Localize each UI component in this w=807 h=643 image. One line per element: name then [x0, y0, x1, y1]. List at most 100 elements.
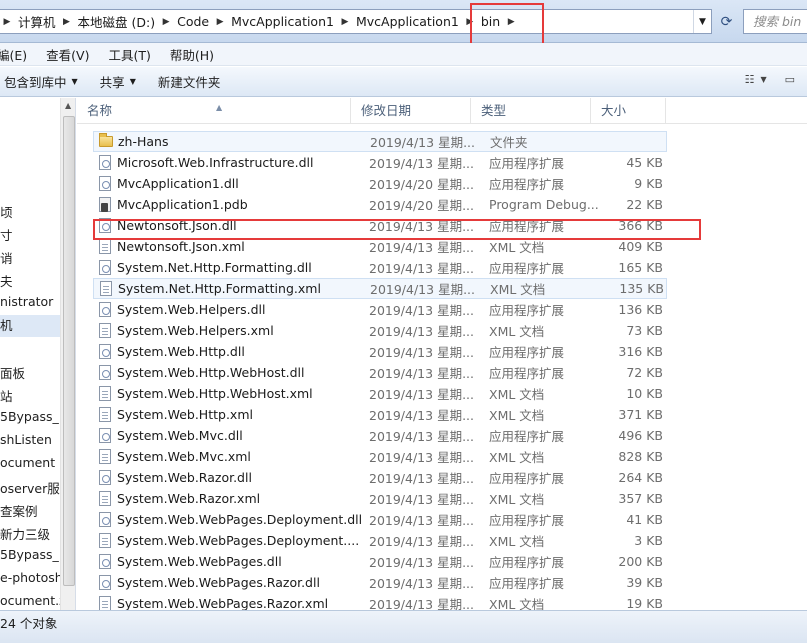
nav-item[interactable]: 查案例: [0, 501, 38, 520]
file-date: 2019/4/20 星期...: [369, 177, 474, 192]
nav-scrollbar[interactable]: ▲: [60, 98, 75, 610]
share-button[interactable]: 共享 ▼: [100, 72, 136, 91]
file-row[interactable]: System.Web.WebPages.Deployment.dll 2019/4…: [93, 509, 667, 530]
nav-item[interactable]: 5Bypass_1: [0, 547, 67, 562]
nav-item[interactable]: shListen: [0, 432, 52, 447]
file-type: 应用程序扩展: [489, 576, 565, 591]
breadcrumb-drive-d[interactable]: 本地磁盘 (D:): [74, 12, 160, 31]
menu-view[interactable]: 查看(V): [46, 45, 98, 64]
view-mode-icon[interactable]: ☷: [745, 73, 755, 86]
chevron-right-icon[interactable]: ▶: [213, 17, 227, 27]
breadcrumb-mvcapplication1[interactable]: MvcApplication1: [227, 14, 338, 29]
file-name: System.Web.Http.xml: [117, 407, 253, 422]
address-bar[interactable]: ▶ 计算机 ▶ 本地磁盘 (D:) ▶ Code ▶ MvcApplicatio…: [0, 9, 712, 34]
file-size: 39 KB: [626, 575, 663, 590]
file-name: MvcApplication1.dll: [117, 176, 239, 191]
file-row[interactable]: System.Web.WebPages.Razor.xml 2019/4/13 星…: [93, 593, 667, 610]
file-row[interactable]: System.Net.Http.Formatting.xml 2019/4/13 …: [93, 278, 667, 299]
file-row[interactable]: System.Web.WebPages.dll 2019/4/13 星期... 应用…: [93, 551, 667, 572]
file-row[interactable]: MvcApplication1.dll 2019/4/20 星期... 应用程序扩展…: [93, 173, 667, 194]
refresh-icon[interactable]: ⟳: [713, 9, 740, 34]
nav-item[interactable]: ocument.zi: [0, 593, 69, 608]
scroll-up-icon[interactable]: ▲: [65, 101, 71, 110]
column-header-date[interactable]: 修改日期: [351, 98, 471, 124]
xml-file-icon: [97, 596, 113, 610]
file-size: 45 KB: [626, 155, 663, 170]
file-type: 应用程序扩展: [489, 177, 565, 192]
file-row[interactable]: System.Web.WebPages.Razor.dll 2019/4/13 星…: [93, 572, 667, 593]
breadcrumb-mvcapplication1-inner[interactable]: MvcApplication1: [352, 14, 463, 29]
file-name: System.Web.Razor.xml: [117, 491, 261, 506]
breadcrumb-code[interactable]: Code: [173, 14, 213, 29]
preview-pane-icon[interactable]: ▭: [785, 73, 795, 86]
chevron-right-icon[interactable]: ▶: [0, 17, 14, 27]
file-row[interactable]: System.Web.Mvc.dll 2019/4/13 星期... 应用程序扩展 4…: [93, 425, 667, 446]
file-date: 2019/4/13 星期...: [369, 324, 474, 339]
breadcrumb-computer[interactable]: 计算机: [14, 12, 60, 31]
column-header-type[interactable]: 类型: [471, 98, 591, 124]
nav-item[interactable]: 5Bypass_1: [0, 409, 67, 424]
file-row[interactable]: System.Web.Http.WebHost.xml 2019/4/13 星期.…: [93, 383, 667, 404]
include-in-library-button[interactable]: 包含到库中 ▼: [4, 72, 78, 91]
file-row[interactable]: System.Web.Helpers.xml 2019/4/13 星期... XML…: [93, 320, 667, 341]
file-row[interactable]: System.Web.WebPages.Deployment.... 2019/4…: [93, 530, 667, 551]
file-row[interactable]: MvcApplication1.pdb 2019/4/20 星期... Progra…: [93, 194, 667, 215]
file-size: 409 KB: [618, 239, 663, 254]
file-type: 应用程序扩展: [489, 156, 565, 171]
file-row[interactable]: System.Web.Razor.dll 2019/4/13 星期... 应用程序扩…: [93, 467, 667, 488]
file-list: ▲ 名称 修改日期 类型 大小 zh-Hans 2019/4/13 星期... 文件…: [77, 98, 807, 610]
file-name: System.Web.Http.WebHost.dll: [117, 365, 305, 380]
file-row[interactable]: System.Web.Helpers.dll 2019/4/13 星期... 应用程…: [93, 299, 667, 320]
file-row[interactable]: System.Web.Razor.xml 2019/4/13 星期... XML 文…: [93, 488, 667, 509]
file-row[interactable]: System.Net.Http.Formatting.dll 2019/4/13 …: [93, 257, 667, 278]
file-name: System.Web.Mvc.dll: [117, 428, 243, 443]
file-name: Newtonsoft.Json.xml: [117, 239, 245, 254]
new-folder-label: 新建文件夹: [157, 75, 221, 90]
file-size: 22 KB: [626, 197, 663, 212]
file-row[interactable]: System.Web.Http.dll 2019/4/13 星期... 应用程序扩展…: [93, 341, 667, 362]
file-row[interactable]: zh-Hans 2019/4/13 星期... 文件夹: [93, 131, 667, 152]
file-size: 3 KB: [634, 533, 663, 548]
file-size: 19 KB: [626, 596, 663, 610]
new-folder-button[interactable]: 新建文件夹: [158, 72, 221, 91]
chevron-right-icon[interactable]: ▶: [60, 17, 74, 27]
search-input[interactable]: 搜索 bin: [743, 9, 807, 34]
menu-help[interactable]: 帮助(H): [170, 45, 223, 64]
chevron-right-icon[interactable]: ▶: [338, 17, 352, 27]
menu-tools[interactable]: 工具(T): [108, 45, 159, 64]
nav-item[interactable]: ocument: [0, 455, 55, 470]
file-type: 应用程序扩展: [489, 513, 565, 528]
file-row[interactable]: Microsoft.Web.Infrastructure.dll 2019/4/1…: [93, 152, 667, 173]
chevron-right-icon[interactable]: ▶: [159, 17, 173, 27]
nav-item-control-panel[interactable]: 面板: [0, 363, 25, 382]
xml-file-icon: [97, 407, 113, 423]
nav-item-computer[interactable]: 机: [0, 315, 60, 337]
file-size: 9 KB: [634, 176, 663, 191]
file-row[interactable]: System.Web.Mvc.xml 2019/4/13 星期... XML 文档 8…: [93, 446, 667, 467]
scrollbar-thumb[interactable]: [63, 116, 75, 586]
nav-item[interactable]: 新力三级: [0, 524, 50, 543]
file-row[interactable]: System.Web.Http.xml 2019/4/13 星期... XML 文档…: [93, 404, 667, 425]
chevron-down-icon[interactable]: ▼: [760, 75, 766, 84]
file-row[interactable]: System.Web.Http.WebHost.dll 2019/4/13 星期.…: [93, 362, 667, 383]
nav-item-recycle-bin[interactable]: 站: [0, 386, 13, 405]
file-date: 2019/4/13 星期...: [369, 471, 474, 486]
file-date: 2019/4/13 星期...: [369, 408, 474, 423]
nav-item[interactable]: 顷: [0, 202, 13, 221]
file-type: 应用程序扩展: [489, 366, 565, 381]
menu-edit[interactable]: 編(E): [0, 45, 36, 64]
file-date: 2019/4/13 星期...: [369, 366, 474, 381]
column-header-name[interactable]: ▲ 名称: [77, 98, 351, 124]
nav-item[interactable]: 夫: [0, 271, 13, 290]
file-name: System.Net.Http.Formatting.xml: [118, 281, 321, 296]
nav-item-administrator[interactable]: nistrator: [0, 294, 53, 309]
dll-file-icon: [97, 260, 113, 276]
file-size: 200 KB: [618, 554, 663, 569]
nav-item[interactable]: 诮: [0, 248, 13, 267]
nav-item[interactable]: e-photosh: [0, 570, 63, 585]
file-type: 应用程序扩展: [489, 471, 565, 486]
xml-file-icon: [97, 386, 113, 402]
nav-item[interactable]: 寸: [0, 225, 13, 244]
column-header-size[interactable]: 大小: [591, 98, 666, 124]
address-dropdown-icon[interactable]: ▼: [693, 10, 711, 33]
